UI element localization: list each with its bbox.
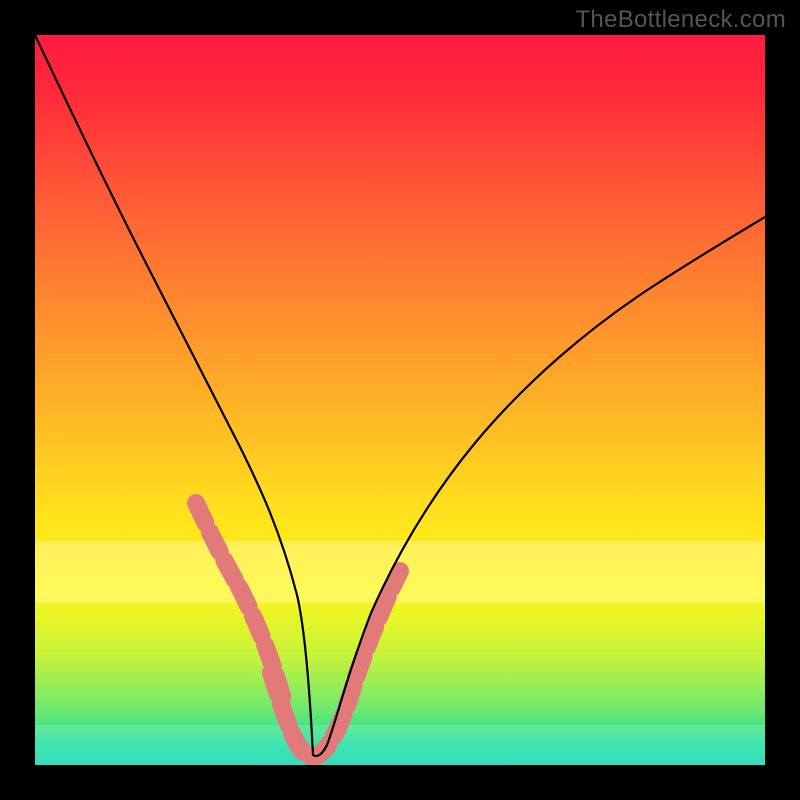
curve-highlight-right	[356, 571, 400, 677]
curve-highlight-left-upper	[196, 503, 239, 587]
curve-main	[35, 35, 765, 756]
bottleneck-curve	[35, 35, 765, 765]
chart-plot-area	[35, 35, 765, 765]
watermark-text: TheBottleneck.com	[575, 6, 786, 34]
